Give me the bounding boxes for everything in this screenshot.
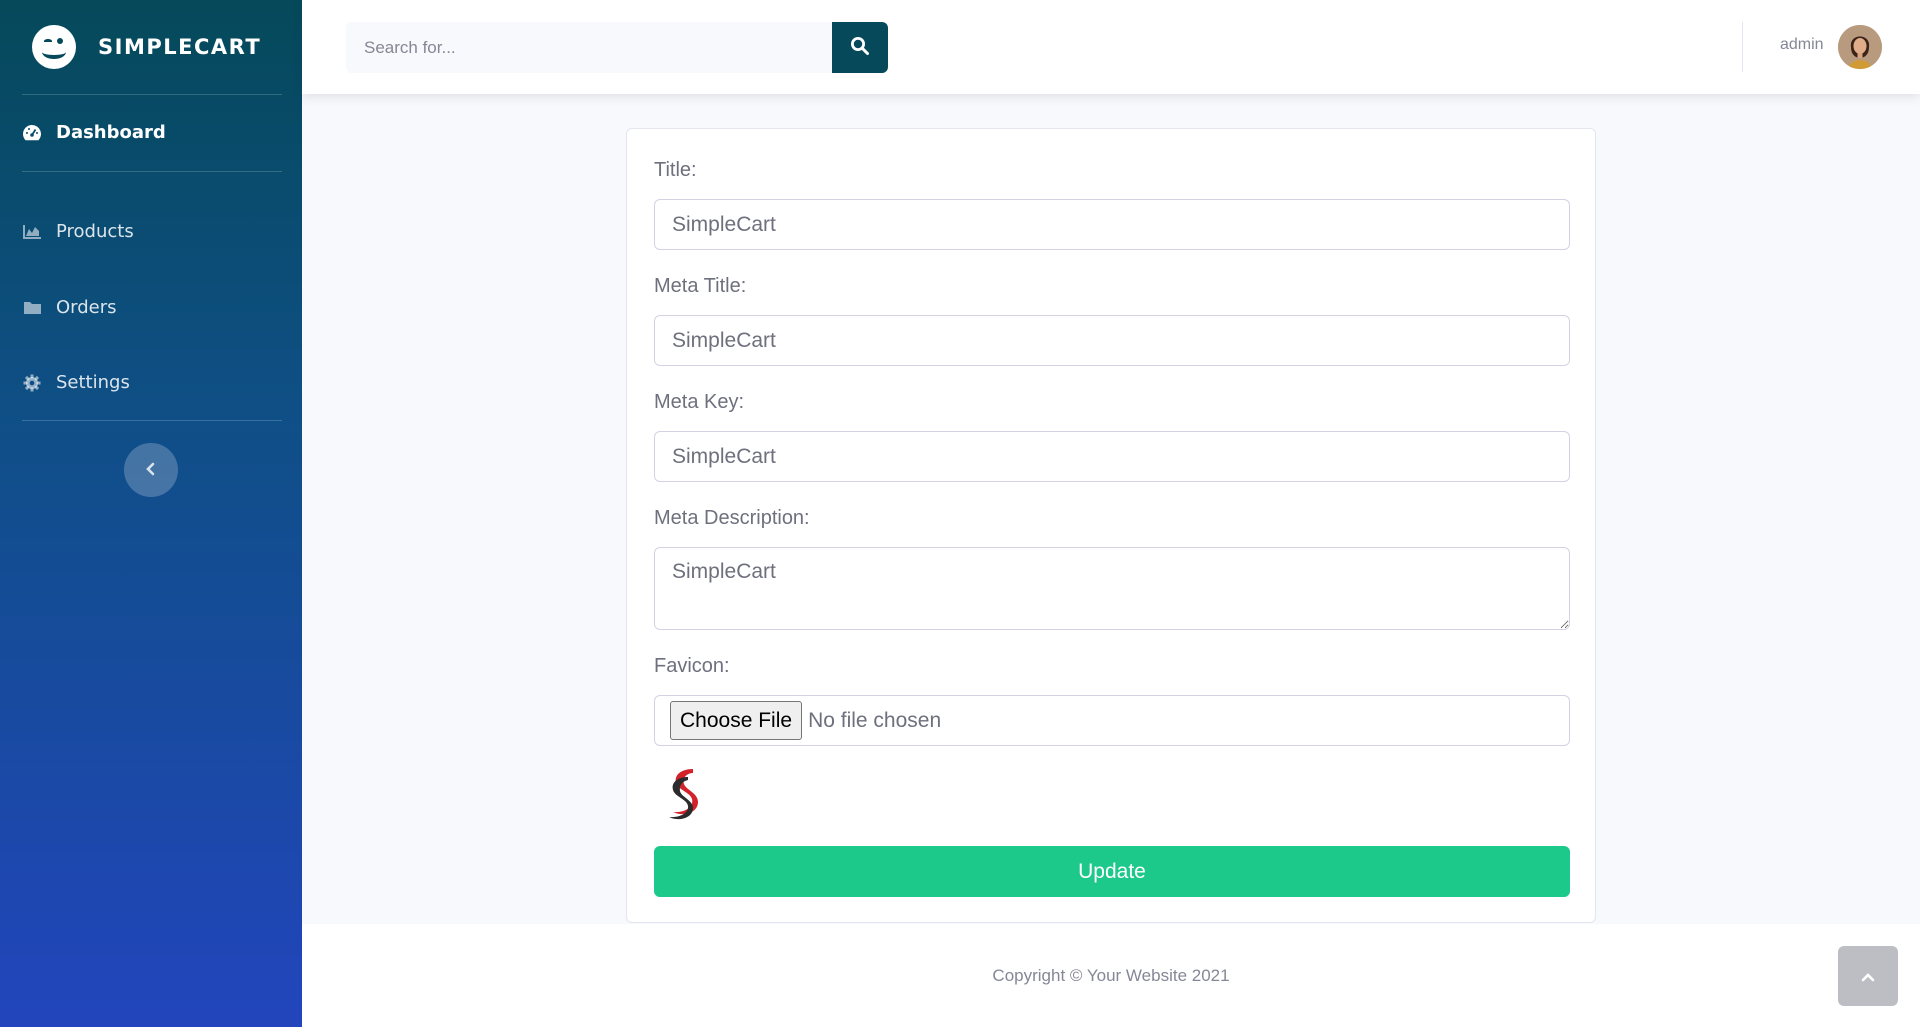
meta-key-label: Meta Key: xyxy=(654,391,745,413)
file-status: No file chosen xyxy=(808,708,942,732)
sidebar-toggle-button[interactable] xyxy=(124,443,178,497)
sidebar-divider xyxy=(22,94,282,95)
sidebar-item-label: Dashboard xyxy=(56,122,166,143)
smile-wink-icon xyxy=(32,25,76,69)
brand-name: SIMPLECART xyxy=(98,35,262,59)
chevron-up-icon xyxy=(1861,967,1875,986)
chevron-left-icon xyxy=(145,461,157,480)
sidebar-divider xyxy=(22,171,282,172)
favicon-label: Favicon: xyxy=(654,655,730,677)
chart-area-icon xyxy=(22,223,42,241)
sidebar-item-orders[interactable]: Orders xyxy=(22,297,117,318)
meta-title-label: Meta Title: xyxy=(654,275,747,297)
choose-file-button[interactable]: Choose File xyxy=(670,701,803,740)
meta-key-field[interactable] xyxy=(654,431,1570,482)
favicon-preview xyxy=(663,765,707,821)
title-field[interactable] xyxy=(654,199,1570,250)
favicon-file-input[interactable]: Choose File No file chosen xyxy=(654,695,1570,746)
sidebar: SIMPLECART Dashboard Products Orders Set… xyxy=(0,0,302,1027)
meta-description-label: Meta Description: xyxy=(654,507,810,529)
avatar[interactable] xyxy=(1838,25,1882,69)
sidebar-item-settings[interactable]: Settings xyxy=(22,372,130,393)
sidebar-item-label: Settings xyxy=(56,372,130,393)
sidebar-item-label: Products xyxy=(56,221,134,242)
folder-icon xyxy=(22,299,42,317)
brand-link[interactable]: SIMPLECART xyxy=(32,25,262,69)
topbar-divider xyxy=(1742,22,1743,72)
user-name[interactable]: admin xyxy=(1780,36,1824,54)
search-button[interactable] xyxy=(832,22,888,73)
site-settings-card: Title: Meta Title: Meta Key: Meta Descri… xyxy=(626,128,1596,923)
tachometer-icon xyxy=(22,124,42,142)
title-label: Title: xyxy=(654,159,697,181)
update-button[interactable]: Update xyxy=(654,846,1570,897)
copyright-text: Copyright © Your Website 2021 xyxy=(992,966,1230,985)
meta-title-field[interactable] xyxy=(654,315,1570,366)
sidebar-divider xyxy=(22,420,282,421)
search-icon xyxy=(850,36,870,60)
scroll-to-top-button[interactable] xyxy=(1838,946,1898,1006)
meta-description-field[interactable]: SimpleCart xyxy=(654,547,1570,630)
topbar: admin xyxy=(302,0,1920,94)
search-input[interactable] xyxy=(346,22,834,73)
footer: Copyright © Your Website 2021 xyxy=(302,924,1920,1027)
sidebar-item-dashboard[interactable]: Dashboard xyxy=(22,122,166,143)
gear-icon xyxy=(22,374,42,392)
sidebar-item-label: Orders xyxy=(56,297,117,318)
sidebar-item-products[interactable]: Products xyxy=(22,221,134,242)
